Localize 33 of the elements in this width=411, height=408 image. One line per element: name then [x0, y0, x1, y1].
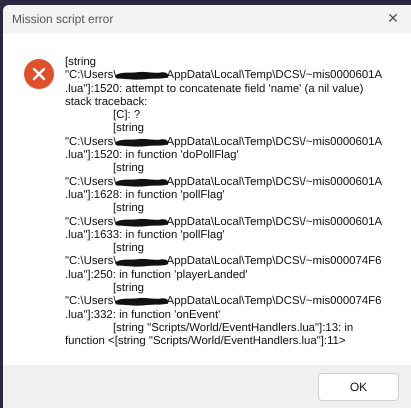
error-text-line: AppData\Local\Temp\DCS\/~mis000074F6	[166, 255, 382, 269]
error-text-line: .lua"]:1633: in function 'pollFlag'	[65, 228, 226, 242]
error-text-line: AppData\Local\Temp\DCS\/~mis0000601A	[166, 216, 382, 229]
error-text-line: [string	[65, 56, 98, 70]
error-text-line: stack traceback:	[65, 96, 148, 110]
ok-button[interactable]: OK	[318, 372, 399, 400]
error-text-line: AppData\Local\Temp\DCS\/~mis0000601A	[166, 136, 382, 150]
error-text-line: AppData\Local\Temp\DCS\/~mis0000601A	[166, 176, 382, 189]
error-text-line: .lua"]:1520: attempt to concatenate field 'name' (a nil value)	[65, 82, 364, 96]
error-text-line: AppData\Local\Temp\DCS\/~mis000074F6	[166, 295, 382, 309]
error-text-line: .lua"]:250: in function 'playerLanded'	[65, 268, 249, 282]
error-icon	[24, 59, 54, 89]
error-text-line: "C:\Users\	[65, 136, 117, 150]
error-text-line: .lua"]:1628: in function 'pollFlag'	[65, 188, 226, 202]
error-text-line: "C:\Users\	[65, 69, 117, 83]
error-text-line: "C:\Users\	[65, 216, 117, 229]
error-text-line: [C]: ?	[112, 109, 142, 122]
error-text-line: "C:\Users\	[65, 295, 117, 309]
error-text-line: [string "Scripts/World/EventHandlers.lua"]:13: in	[112, 322, 354, 336]
error-text-line: [string	[112, 282, 146, 296]
error-text-line: .lua"]:332: in function 'onEvent'	[65, 308, 222, 322]
window-title: Mission script error	[12, 12, 114, 26]
error-text-line: [string	[112, 122, 146, 136]
error-text-line: "C:\Users\	[65, 176, 117, 189]
error-text-line: [string	[112, 202, 146, 216]
error-text-line: .lua"]:1520: in function 'doPollFlag'	[65, 149, 240, 162]
close-button[interactable]: ✕	[375, 5, 411, 33]
error-text-line: "C:\Users\	[65, 255, 117, 269]
error-text-line: AppData\Local\Temp\DCS\/~mis0000601A	[166, 69, 382, 83]
redaction-mark	[114, 256, 169, 268]
error-text-line: [string	[112, 242, 146, 256]
error-text-line: [string	[112, 162, 146, 176]
error-text-line: function <[string "Scripts/World/EventHandlers.lua"]:11>	[65, 335, 347, 349]
